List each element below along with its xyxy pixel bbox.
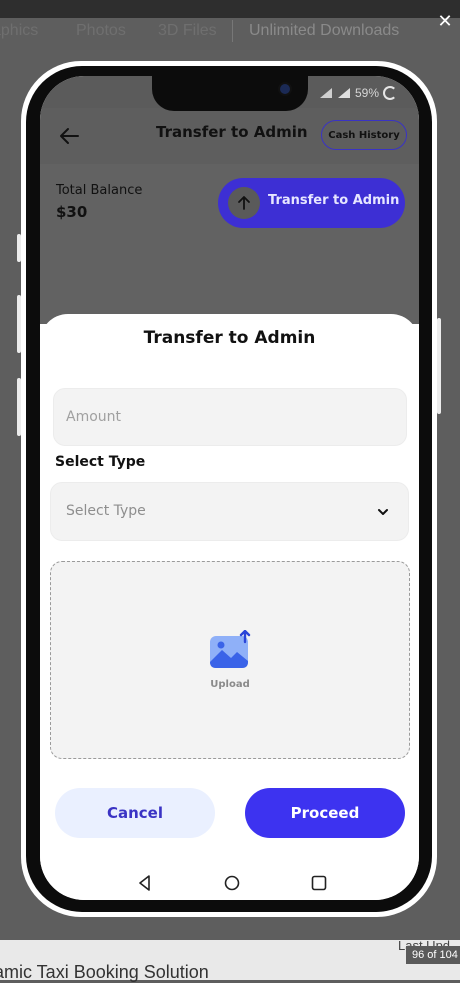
total-balance-value: $30 <box>56 203 88 221</box>
phone-power-button <box>437 318 441 414</box>
phone-screen: 59% Transfer to Admin Cash History Total… <box>40 76 419 900</box>
transfer-bottom-sheet: Transfer to Admin Select Type Select Typ… <box>40 314 419 900</box>
nav-back-icon[interactable] <box>136 874 154 892</box>
nav-divider <box>232 20 233 42</box>
cancel-button[interactable]: Cancel <box>55 788 215 838</box>
nav-recents-icon[interactable] <box>310 874 328 892</box>
proceed-button[interactable]: Proceed <box>245 788 405 838</box>
nav-item-graphics[interactable]: aphics <box>0 22 38 40</box>
select-type-placeholder: Select Type <box>66 503 146 519</box>
nav-home-icon[interactable] <box>223 874 241 892</box>
back-arrow-icon[interactable] <box>58 126 80 146</box>
sheet-title: Transfer to Admin <box>143 328 316 348</box>
android-nav-bar <box>40 872 419 900</box>
phone-notch <box>152 76 308 111</box>
chevron-down-icon <box>378 509 388 515</box>
arrow-up-icon <box>228 187 260 219</box>
page-title: Transfer to Admin <box>156 123 308 141</box>
transfer-to-admin-label: Transfer to Admin <box>268 193 400 208</box>
signal-icon <box>337 88 350 98</box>
transfer-to-admin-button[interactable]: Transfer to Admin <box>218 178 405 228</box>
site-top-bar <box>0 0 460 18</box>
battery-icon <box>383 86 397 100</box>
battery-percent: 59% <box>354 86 379 100</box>
select-type-dropdown[interactable]: Select Type <box>50 482 409 541</box>
page-counter: 96 of 104 <box>406 946 460 964</box>
upload-dropzone[interactable]: Upload <box>50 561 410 759</box>
cash-history-button[interactable]: Cash History <box>321 120 407 150</box>
upload-label: Upload <box>210 679 250 690</box>
nav-item-photos[interactable]: Photos <box>76 22 126 40</box>
site-category-nav: aphics Photos 3D Files Unlimited Downloa… <box>0 18 460 46</box>
total-balance-label: Total Balance <box>56 183 143 198</box>
camera-icon <box>280 84 290 94</box>
nav-item-3d-files[interactable]: 3D Files <box>158 22 217 40</box>
amount-input[interactable] <box>53 388 407 446</box>
nav-item-unlimited-downloads[interactable]: Unlimited Downloads <box>249 22 399 40</box>
network-icon <box>319 88 332 98</box>
select-type-label: Select Type <box>55 454 146 470</box>
image-upload-icon <box>210 630 251 668</box>
close-icon[interactable]: ✕ <box>434 10 456 34</box>
status-icons: 59% <box>319 84 397 102</box>
